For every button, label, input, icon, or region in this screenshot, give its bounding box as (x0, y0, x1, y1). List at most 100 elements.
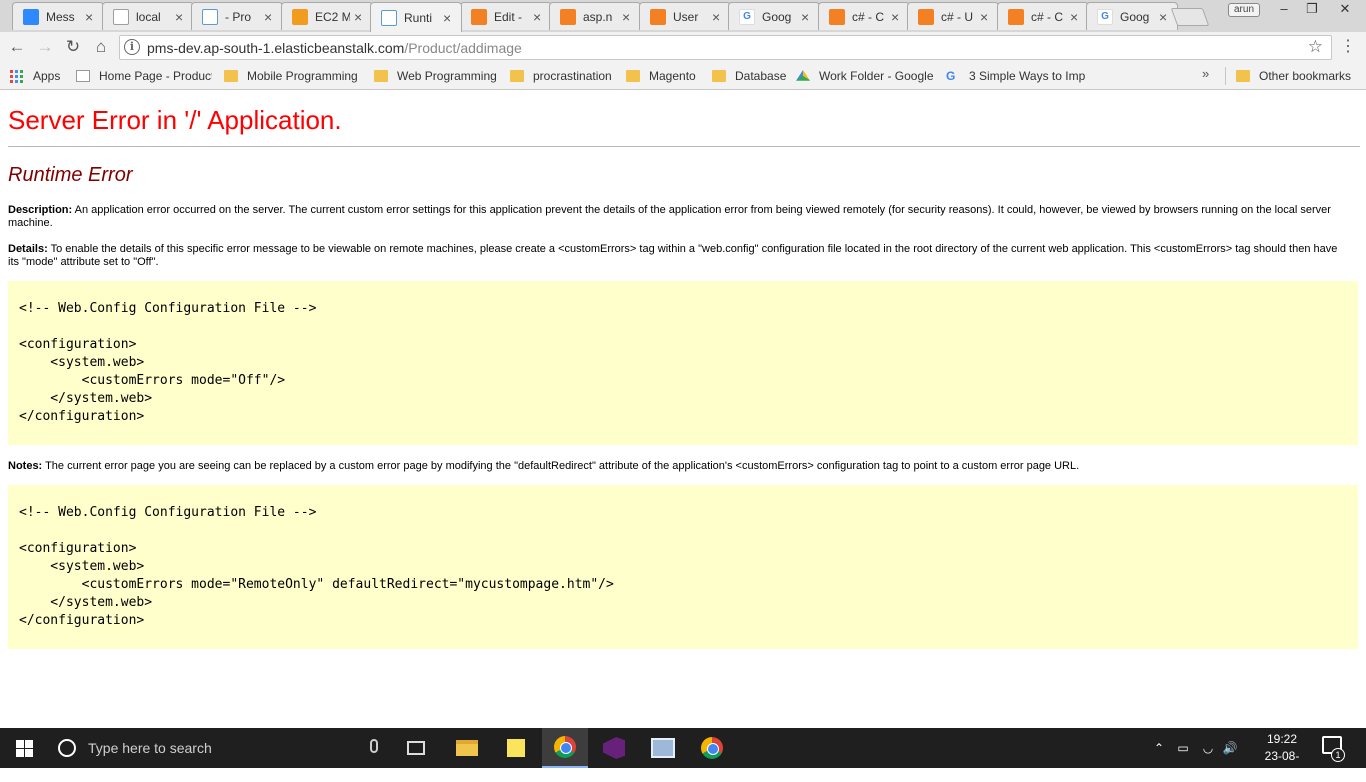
browser-tab[interactable]: Edit - × (460, 2, 552, 30)
tab-title: asp.n (583, 9, 613, 24)
config-code-remoteonly: <!-- Web.Config Configuration File --> <… (19, 505, 614, 628)
browser-tab-strip: Mess × local × - Pro × EC2 M × Runti × Edit - × asp.… (0, 0, 1366, 32)
chrome-icon (554, 736, 576, 758)
reload-icon[interactable]: ↻ (62, 36, 84, 58)
page-icon (76, 70, 90, 82)
browser-tab[interactable]: EC2 M × (281, 2, 373, 30)
network-pc-button[interactable] (640, 728, 686, 768)
browser-tab[interactable]: c# - C × (818, 2, 910, 30)
clock-time: 19:22 (1266, 732, 1298, 746)
page-icon (381, 9, 397, 26)
system-clock[interactable]: 19:22 23-08-2017 (1252, 731, 1312, 782)
task-view-button[interactable] (393, 728, 439, 768)
network-computer-icon (651, 738, 675, 758)
tab-title: Goog (1120, 9, 1150, 24)
site-info-icon[interactable]: i (124, 39, 140, 55)
tab-close-icon[interactable]: × (443, 11, 455, 25)
visual-studio-button[interactable] (591, 728, 637, 768)
address-bar[interactable]: i pms-dev.ap-south-1.elasticbeanstalk.co… (119, 35, 1332, 60)
bookmark-label: Database (735, 69, 787, 83)
notes-paragraph: Notes: The current error page you are se… (8, 460, 1348, 473)
close-window-icon[interactable]: ✕ (1326, 0, 1364, 20)
folder-icon (1236, 70, 1250, 82)
bookmark-item[interactable]: Magento (626, 67, 704, 85)
folder-icon (510, 70, 524, 82)
tab-title: - Pro (225, 9, 252, 24)
tab-close-icon[interactable]: × (980, 10, 992, 24)
folder-icon (626, 70, 640, 82)
browser-tab[interactable]: User × (639, 2, 731, 30)
tab-close-icon[interactable]: × (354, 10, 366, 24)
folder-icon (374, 70, 388, 82)
taskbar-search-box[interactable]: Type here to search (48, 728, 392, 768)
tab-close-icon[interactable]: × (533, 10, 545, 24)
restore-icon[interactable]: ❐ (1298, 0, 1326, 20)
other-bookmarks[interactable]: Other bookmarks (1236, 67, 1351, 85)
browser-tab[interactable]: Mess × (12, 2, 104, 30)
notification-count-badge: 1 (1331, 748, 1345, 762)
tab-close-icon[interactable]: × (175, 10, 187, 24)
chrome-taskbar-button-active[interactable] (542, 728, 588, 768)
search-placeholder: Type here to search (88, 740, 212, 756)
browser-tab[interactable]: G Goog × (728, 2, 820, 30)
browser-tab[interactable]: c# - C × (997, 2, 1089, 30)
home-icon[interactable]: ⌂ (90, 36, 112, 58)
config-code-block-remoteonly: <!-- Web.Config Configuration File --> <… (8, 485, 1358, 649)
browser-toolbar: ← → ↻ ⌂ i pms-dev.ap-south-1.elasticbean… (0, 32, 1366, 62)
tab-close-icon[interactable]: × (1159, 10, 1171, 24)
tab-close-icon[interactable]: × (712, 10, 724, 24)
tab-title: Edit - (494, 9, 523, 24)
chrome-icon (701, 737, 723, 759)
bookmark-item[interactable]: Home Page - Product (76, 67, 212, 85)
tab-close-icon[interactable]: × (1070, 10, 1082, 24)
bookmark-star-icon[interactable]: ☆ (1308, 37, 1323, 57)
bookmark-item[interactable]: Work Folder - Google (796, 67, 936, 85)
stackoverflow-icon (471, 8, 487, 25)
file-explorer-button[interactable] (444, 728, 490, 768)
microphone-icon[interactable] (370, 739, 378, 753)
details-label: Details: (8, 243, 48, 255)
visual-studio-icon (603, 737, 625, 759)
browser-menu-icon[interactable]: ⋮ (1340, 34, 1356, 60)
bookmarks-overflow-chevron[interactable]: » (1202, 66, 1209, 81)
bookmark-item[interactable]: G 3 Simple Ways to Imp (946, 67, 1086, 85)
tab-close-icon[interactable]: × (801, 10, 813, 24)
bookmark-item[interactable]: procrastination (510, 67, 616, 85)
address-url[interactable]: pms-dev.ap-south-1.elasticbeanstalk.com/… (147, 40, 522, 56)
battery-icon[interactable]: ▭ (1174, 728, 1192, 768)
chrome-taskbar-button[interactable] (689, 728, 735, 768)
tab-close-icon[interactable]: × (622, 10, 634, 24)
sticky-notes-button[interactable] (493, 728, 539, 768)
bookmark-label: Home Page - Product (99, 69, 212, 83)
browser-tab[interactable]: Runti × (370, 2, 462, 32)
new-tab-button[interactable] (1170, 8, 1210, 26)
back-arrow-icon[interactable]: ← (6, 36, 28, 58)
volume-icon[interactable]: 🔊 (1220, 728, 1240, 768)
tab-close-icon[interactable]: × (891, 10, 903, 24)
forward-arrow-icon[interactable]: → (34, 36, 56, 58)
bookmark-item[interactable]: Apps (10, 67, 70, 85)
wifi-icon[interactable]: ◡ (1198, 728, 1218, 768)
show-hidden-icons-chevron[interactable]: ⌃ (1150, 728, 1168, 768)
browser-tab[interactable]: asp.n × (549, 2, 641, 30)
tab-close-icon[interactable]: × (264, 10, 276, 24)
bookmark-item[interactable]: Web Programming (374, 67, 500, 85)
file-explorer-icon (456, 740, 478, 756)
url-host: pms-dev.ap-south-1.elasticbeanstalk.com (147, 40, 405, 56)
task-view-icon (407, 741, 425, 755)
browser-tab[interactable]: G Goog × (1086, 2, 1178, 30)
browser-tab[interactable]: - Pro × (191, 2, 283, 30)
minimize-icon[interactable]: – (1270, 0, 1298, 20)
details-text: To enable the details of this specific e… (8, 243, 1338, 268)
bookmark-item[interactable]: Database (712, 67, 788, 85)
start-button[interactable] (0, 728, 48, 768)
tab-title: c# - C (852, 9, 885, 24)
bookmark-item[interactable]: Mobile Programming (224, 67, 364, 85)
profile-button[interactable]: arun (1228, 3, 1260, 17)
browser-tab[interactable]: c# - U × (907, 2, 999, 30)
tab-close-icon[interactable]: × (85, 10, 97, 24)
aws-icon (292, 8, 308, 25)
bookmark-label: procrastination (533, 69, 612, 83)
error-subtitle: Runtime Error (8, 164, 133, 186)
browser-tab[interactable]: local × (102, 2, 194, 30)
